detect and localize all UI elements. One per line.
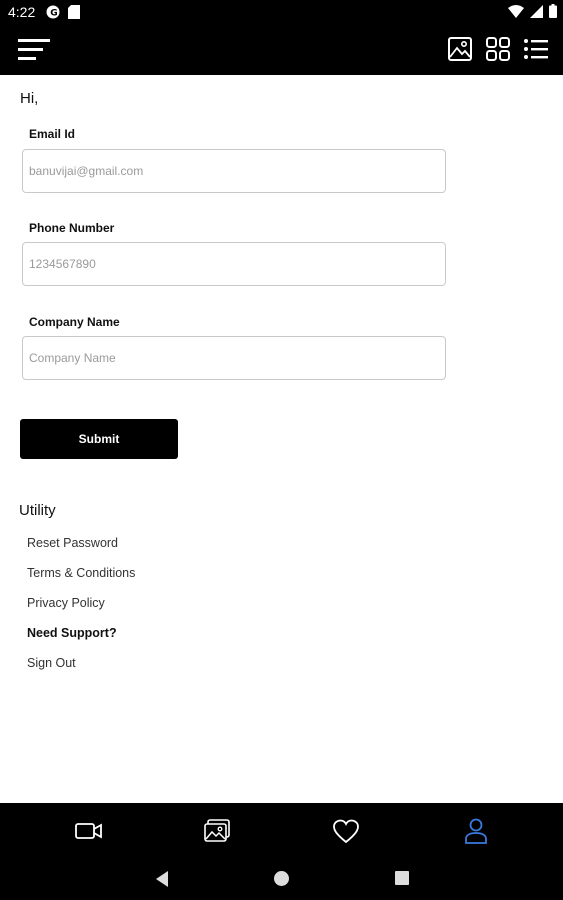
privacy-policy-link[interactable]: Privacy Policy [27, 596, 105, 610]
submit-button[interactable]: Submit [20, 419, 178, 459]
phone-field[interactable] [22, 242, 446, 286]
sign-out-link[interactable]: Sign Out [27, 656, 76, 670]
email-field[interactable] [22, 149, 446, 193]
bottom-navigation [0, 803, 563, 858]
list-view-icon[interactable] [523, 36, 549, 62]
battery-icon [549, 4, 557, 18]
gallery-icon[interactable] [202, 817, 232, 845]
back-icon[interactable] [154, 870, 170, 888]
home-icon[interactable] [273, 870, 290, 887]
recents-icon[interactable] [394, 870, 410, 886]
system-navigation-bar [0, 858, 563, 900]
app-bar [0, 24, 563, 75]
terms-conditions-link[interactable]: Terms & Conditions [27, 566, 135, 580]
phone-label: Phone Number [29, 221, 115, 235]
notification-app-icon: G [46, 5, 60, 19]
need-support-link[interactable]: Need Support? [27, 626, 117, 640]
profile-content: Hi, Email Id Phone Number Company Name S… [0, 75, 563, 803]
wifi-icon [508, 4, 524, 18]
signal-icon [530, 4, 543, 18]
email-label: Email Id [29, 127, 76, 141]
grid-view-icon[interactable] [485, 36, 511, 62]
greeting: Hi, [20, 90, 39, 107]
utility-heading: Utility [19, 502, 56, 519]
sd-card-icon [68, 5, 80, 19]
reset-password-link[interactable]: Reset Password [27, 536, 118, 550]
heart-icon[interactable] [331, 817, 361, 845]
profile-icon[interactable] [461, 817, 491, 845]
company-label: Company Name [29, 315, 120, 329]
video-icon[interactable] [74, 817, 104, 845]
svg-text:G: G [50, 9, 57, 19]
menu-icon[interactable] [18, 37, 52, 63]
status-time: 4:22 [8, 4, 36, 20]
status-bar: 4:22 G [0, 0, 563, 24]
company-field[interactable] [22, 336, 446, 380]
image-icon[interactable] [447, 36, 473, 62]
